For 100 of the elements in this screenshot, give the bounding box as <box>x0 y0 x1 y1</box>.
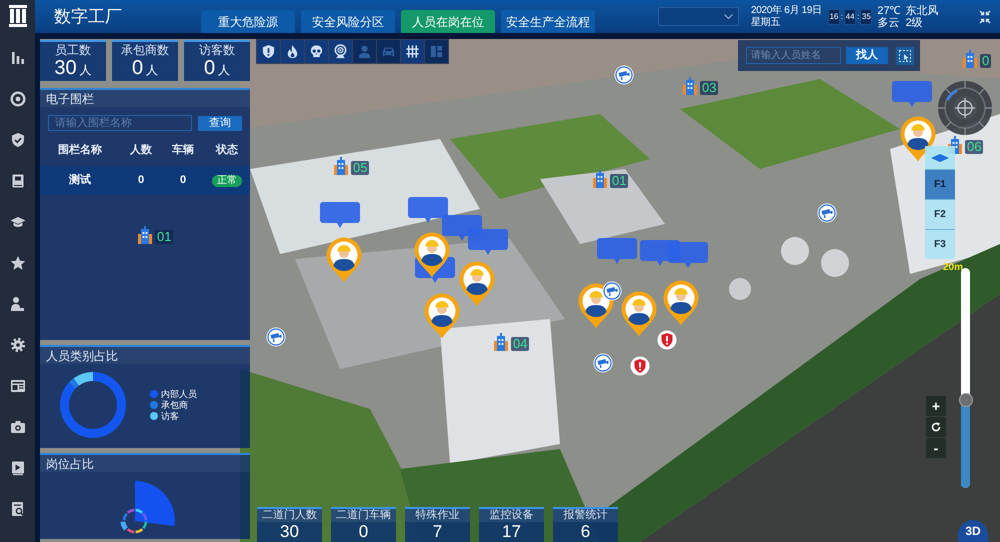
column-header: 人数 <box>130 144 152 156</box>
panel-title: 人员类别占比 <box>46 348 118 362</box>
stat-value: 0 <box>204 57 216 79</box>
height-slider-track[interactable] <box>961 268 970 488</box>
worker-pin-icon <box>413 232 451 278</box>
callout-bubble-icon <box>320 202 360 228</box>
layer-toggle-button[interactable] <box>305 40 328 63</box>
nav-tab[interactable]: 安全生产全流程 <box>501 10 595 33</box>
wind-direction-text: 东北风 <box>906 4 939 16</box>
collapse-icon[interactable] <box>979 10 991 24</box>
layer-toggle-button[interactable] <box>329 40 352 63</box>
stat-label: 员工数 <box>55 43 91 57</box>
worker-pin-icon <box>423 293 461 339</box>
nav-tab[interactable]: 人员在岗在位 <box>401 10 495 33</box>
building-icon <box>682 77 698 95</box>
compass-control[interactable] <box>937 80 993 136</box>
stat-label: 访客数 <box>199 43 235 57</box>
stat-value: 30 <box>54 57 77 79</box>
presentation-icon[interactable] <box>10 460 26 476</box>
bar-chart-icon[interactable] <box>10 50 26 66</box>
book-icon[interactable] <box>10 173 26 189</box>
legend-label: 访客 <box>161 411 179 421</box>
stat-label: 二道门人数 <box>257 509 322 522</box>
nav-tab[interactable]: 安全风险分区 <box>301 10 395 33</box>
camera-icon[interactable] <box>10 419 26 435</box>
stat-label: 承包商数 <box>121 43 169 57</box>
map-label: 05 <box>351 161 370 175</box>
floor-button[interactable]: F3 <box>925 229 955 259</box>
stat-label: 二道门车辆 <box>331 509 396 522</box>
map-label: 03 <box>700 81 718 95</box>
app-title: 数字工厂 <box>53 6 123 26</box>
layer-toggle-button[interactable] <box>281 40 304 63</box>
building-icon <box>493 333 509 351</box>
worker-pin-icon <box>620 291 658 337</box>
query-button[interactable]: 查询 <box>198 116 242 130</box>
zoom-out-button[interactable]: - <box>926 438 946 458</box>
building-icon <box>592 170 608 188</box>
flame-icon <box>285 44 300 59</box>
layer-toggle-button[interactable] <box>257 40 280 63</box>
time-separator: : <box>856 10 860 22</box>
table-cell: 测试 <box>69 174 91 187</box>
column-header: 车辆 <box>172 144 194 156</box>
skull-icon <box>309 44 324 59</box>
layer-toggle-button[interactable] <box>377 40 400 63</box>
newspaper-icon[interactable] <box>10 378 26 394</box>
camera-marker-icon <box>614 65 634 85</box>
column-header: 围栏名称 <box>58 144 102 156</box>
zoom-in-button[interactable]: + <box>926 396 946 416</box>
camera-marker-icon <box>266 327 286 347</box>
stat-unit: 人 <box>218 63 230 77</box>
camera-marker-icon <box>602 281 622 301</box>
layer-toggle-button[interactable] <box>401 40 424 63</box>
shield-alert-icon <box>261 44 276 59</box>
table-cell: 0 <box>138 174 144 187</box>
settings-icon[interactable] <box>10 337 26 353</box>
storage-tank <box>821 249 849 277</box>
camera-marker-icon <box>593 353 613 373</box>
area-select-button[interactable] <box>896 46 914 64</box>
stat-unit: 人 <box>146 63 158 77</box>
nav-tab[interactable]: 重大危险源 <box>201 10 295 33</box>
reset-view-button[interactable] <box>926 417 946 437</box>
map-label: 06 <box>965 140 984 154</box>
callout-bubble-icon <box>597 238 637 264</box>
layout-icon <box>429 44 444 59</box>
layer-toggle-button[interactable] <box>425 40 448 63</box>
stat-value: 0 <box>358 522 368 541</box>
person-icon[interactable] <box>10 296 26 312</box>
floor-button[interactable]: F1 <box>925 169 955 199</box>
stat-label: 监控设备 <box>479 509 544 522</box>
camera-marker-icon <box>817 203 837 223</box>
map-label: 04 <box>511 337 530 351</box>
stat-value: 0 <box>132 57 144 79</box>
stat-value: 17 <box>502 522 521 541</box>
floor-button[interactable]: F2 <box>925 199 955 229</box>
layers-icon <box>931 154 949 162</box>
shield-check-icon[interactable] <box>10 132 26 148</box>
grid-icon <box>405 44 420 59</box>
target-icon[interactable] <box>10 91 26 107</box>
layer-button[interactable] <box>925 146 955 169</box>
graduation-cap-icon[interactable] <box>10 214 26 230</box>
stat-label: 特殊作业 <box>405 509 470 522</box>
temperature-text: 27℃ <box>877 4 901 16</box>
worker-pin-icon <box>325 237 363 283</box>
layer-toggle-button[interactable] <box>353 40 376 63</box>
search-field[interactable]: 请输入围栏名称 <box>48 115 192 131</box>
document-search-icon[interactable] <box>10 501 26 517</box>
stat-label: 报警统计 <box>553 509 618 522</box>
weather-text: 多云 <box>877 16 900 28</box>
person-icon <box>357 44 372 59</box>
callout-bubble-icon <box>408 197 448 223</box>
building-icon <box>962 50 978 68</box>
panel-title: 电子围栏 <box>46 92 94 106</box>
star-icon[interactable] <box>10 255 26 271</box>
time-separator: : <box>840 10 844 22</box>
stat-value: 6 <box>580 522 590 541</box>
callout-bubble-icon <box>892 81 932 107</box>
table-cell: 0 <box>180 174 186 187</box>
find-person-button[interactable]: 找人 <box>846 47 888 64</box>
column-header: 状态 <box>216 144 238 156</box>
name-search-field[interactable]: 请输入人员姓名 <box>746 47 841 64</box>
